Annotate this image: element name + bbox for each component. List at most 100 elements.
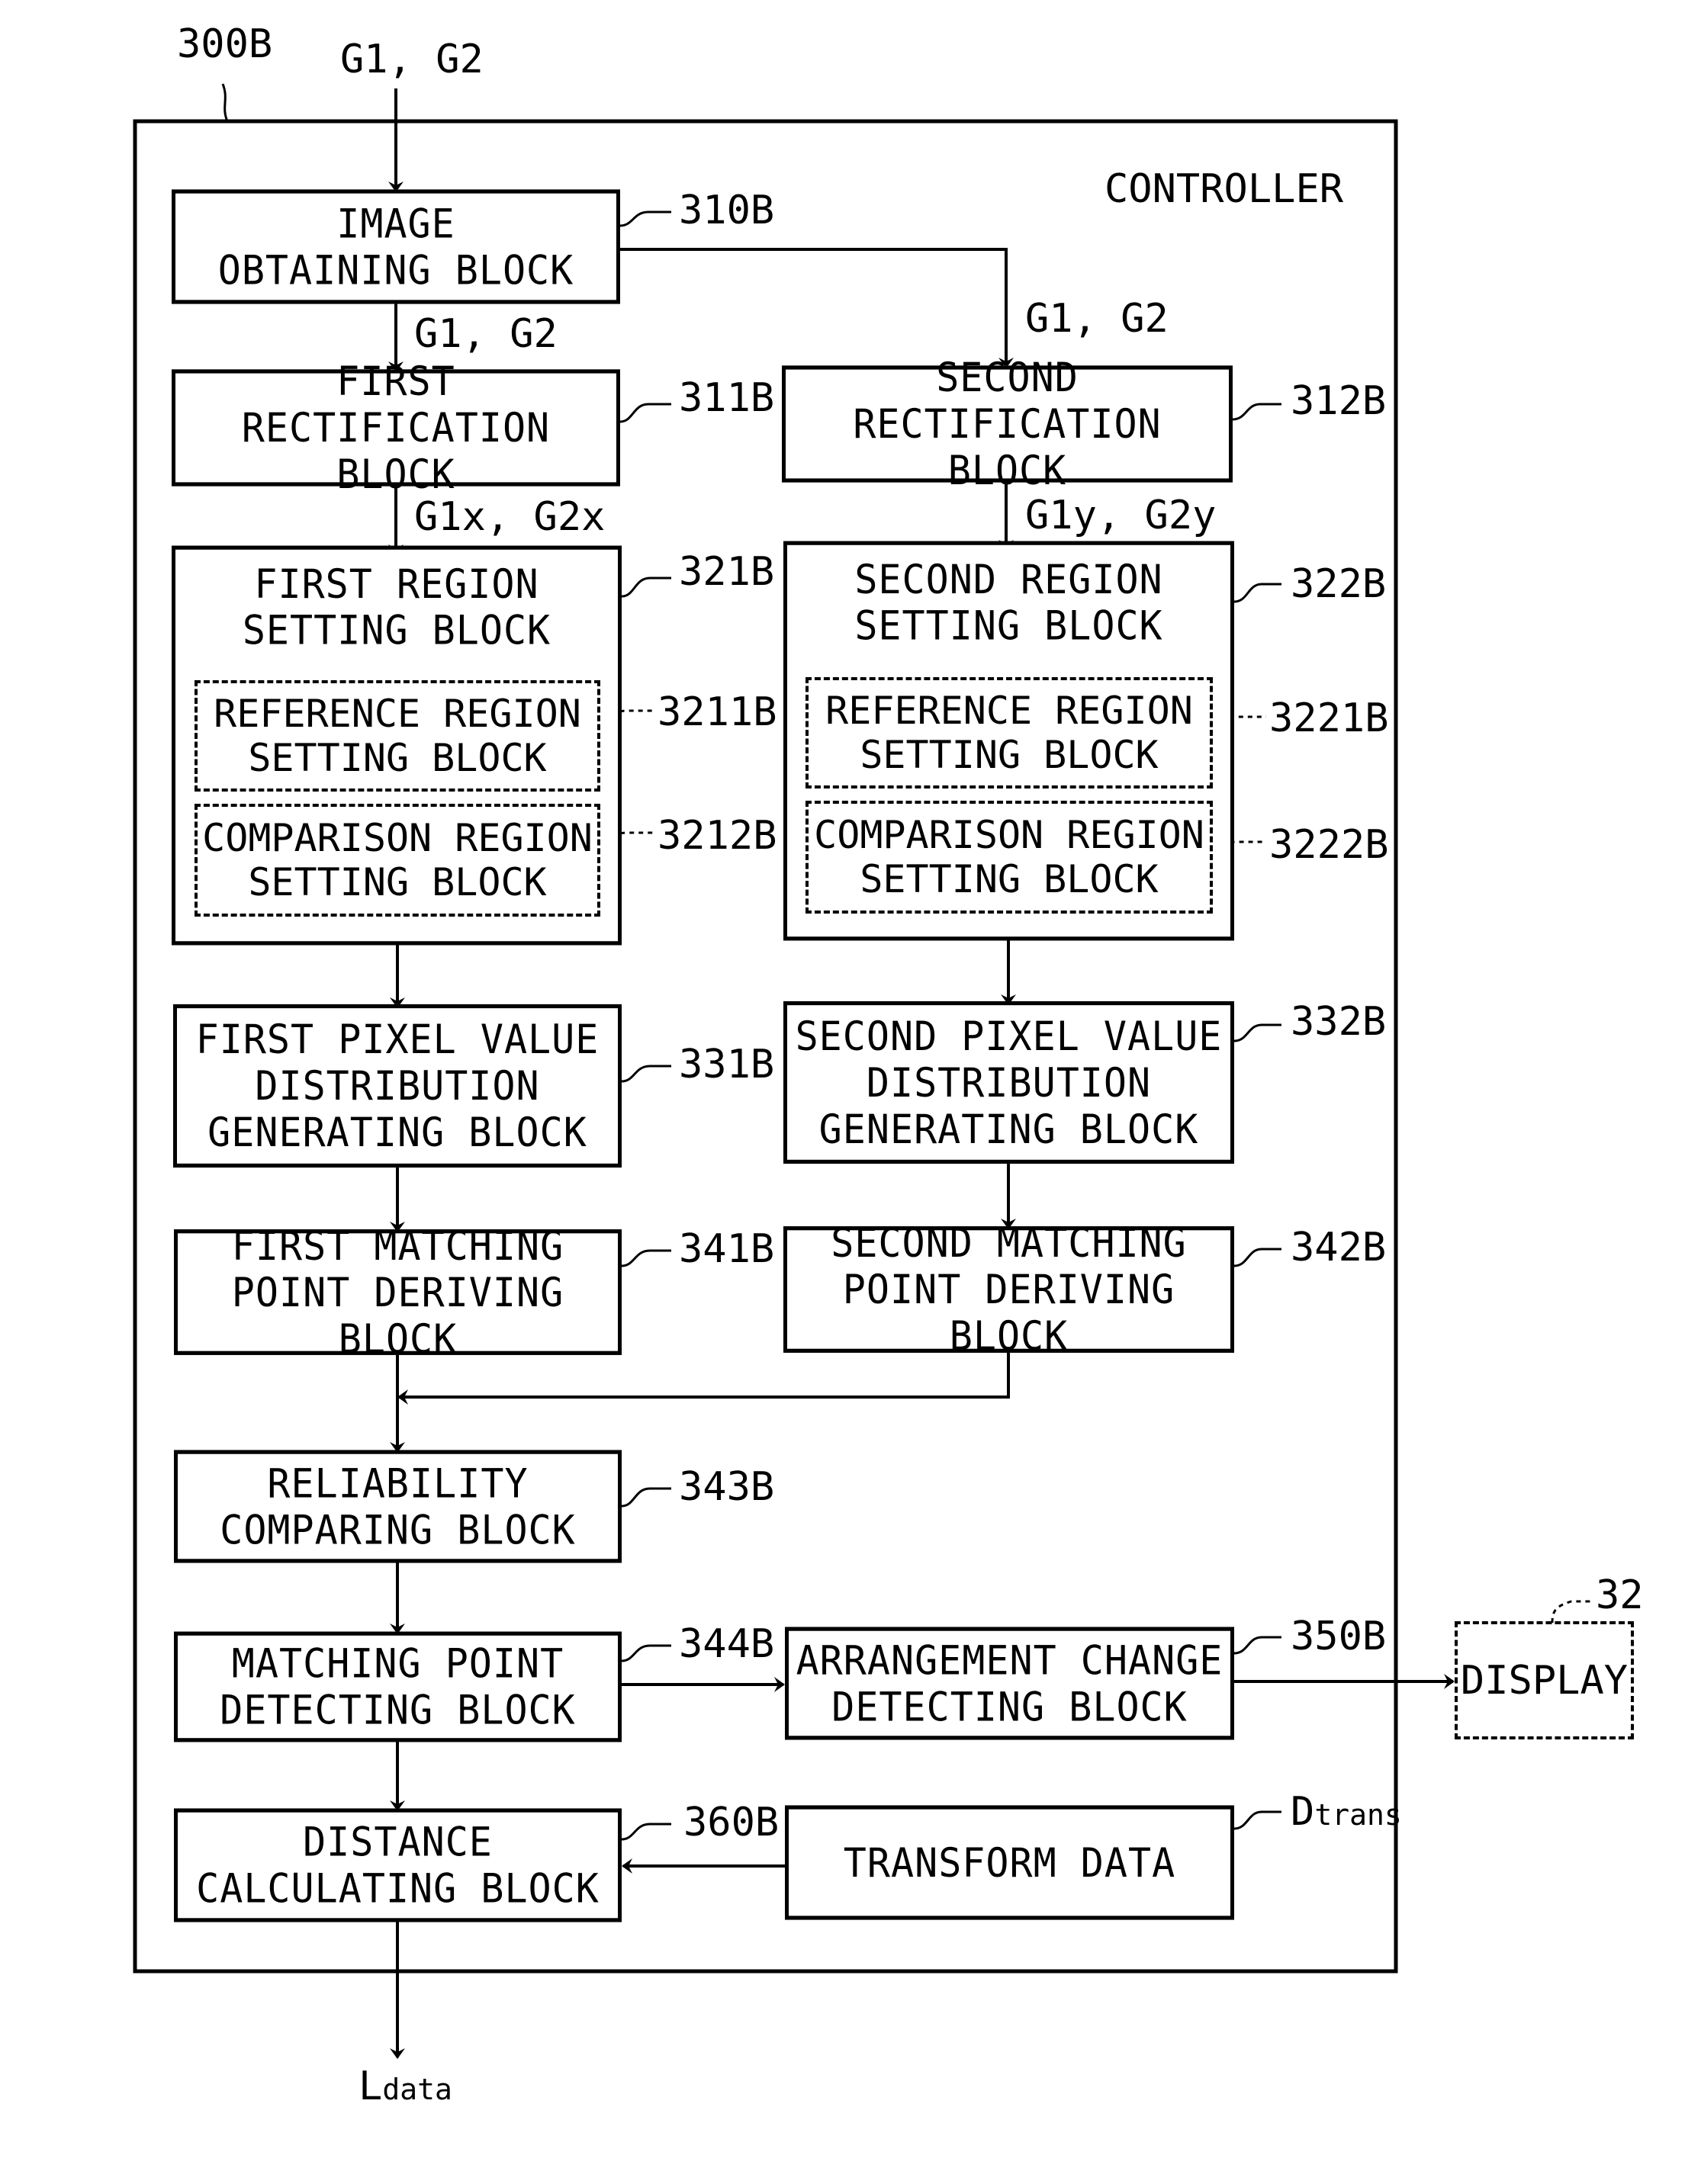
distance-calculating-block: DISTANCE CALCULATING BLOCK	[174, 1808, 622, 1922]
leader-322B	[1233, 583, 1281, 603]
block-line: GENERATING BLOCK	[818, 1105, 1199, 1152]
block-line: POINT DERIVING BLOCK	[231, 1269, 564, 1362]
ref-dtrans-sub: trans	[1314, 1798, 1402, 1832]
block-line: COMPARISON REGION	[814, 813, 1204, 857]
block-line: RECTIFICATION BLOCK	[241, 404, 551, 498]
first-matching-point-deriving-block: FIRST MATCHING POINT DERIVING BLOCK	[174, 1222, 622, 1362]
leader-32	[1551, 1600, 1594, 1624]
leader-342B	[1233, 1248, 1281, 1267]
block-line: DISTRIBUTION	[866, 1059, 1152, 1106]
arrow-310-312	[620, 248, 1014, 368]
reliability-comparing-block: RELIABILITY COMPARING BLOCK	[174, 1450, 622, 1563]
ref-312B: 312B	[1291, 378, 1387, 424]
block-line: SETTING BLOCK	[248, 736, 547, 780]
controller-title: CONTROLLER	[1105, 166, 1344, 212]
leader-311B	[619, 403, 671, 423]
first-reference-region-setting-block: REFERENCE REGION SETTING BLOCK	[195, 680, 600, 792]
edge-label-from-first-rect: G1x, G2x	[414, 494, 606, 540]
block-line: RELIABILITY	[267, 1460, 529, 1507]
leader-344B	[621, 1644, 671, 1662]
ref-3212B: 3212B	[658, 813, 777, 859]
output-sub: data	[382, 2073, 452, 2106]
ref-3211B: 3211B	[658, 689, 777, 735]
ref-341B: 341B	[679, 1226, 775, 1272]
ref-310B: 310B	[679, 188, 775, 233]
image-obtaining-block: IMAGE OBTAINING BLOCK	[172, 189, 620, 304]
ref-331B: 331B	[679, 1042, 775, 1087]
block-line: SECOND	[936, 354, 1079, 401]
leader-332B	[1233, 1023, 1281, 1042]
block-line: OBTAINING BLOCK	[217, 246, 574, 294]
leader-321B	[621, 577, 671, 598]
block-line: CALCULATING BLOCK	[196, 1865, 600, 1912]
block-line: DISTANCE	[303, 1819, 493, 1865]
second-matching-point-deriving-block: SECOND MATCHING POINT DERIVING BLOCK	[783, 1220, 1234, 1359]
block-line: DETECTING BLOCK	[220, 1687, 576, 1733]
block-line: IMAGE	[336, 200, 455, 247]
ref-32: 32	[1596, 1572, 1644, 1618]
edge-label-to-first-rect: G1, G2	[414, 311, 558, 357]
display-block: DISPLAY	[1455, 1621, 1634, 1739]
matching-point-detecting-block: MATCHING POINT DETECTING BLOCK	[174, 1631, 622, 1742]
second-comparison-region-setting-block: COMPARISON REGION SETTING BLOCK	[805, 801, 1213, 914]
block-line: REFERENCE REGION	[214, 692, 581, 736]
second-reference-region-setting-block: REFERENCE REGION SETTING BLOCK	[805, 677, 1213, 788]
ref-321B: 321B	[679, 549, 775, 595]
second-pixel-value-distribution-block: SECOND PIXEL VALUE DISTRIBUTION GENERATI…	[783, 1000, 1234, 1164]
ref-344B: 344B	[679, 1621, 775, 1667]
ref-311B: 311B	[679, 375, 775, 421]
block-line: FIRST	[336, 358, 455, 405]
ref-350B: 350B	[1291, 1614, 1387, 1659]
transform-data-block: TRANSFORM DATA	[785, 1805, 1234, 1920]
block-line: GENERATING BLOCK	[207, 1109, 587, 1156]
block-line: DISTRIBUTION	[255, 1062, 540, 1110]
leader-312B	[1232, 403, 1281, 421]
block-line: RECTIFICATION BLOCK	[853, 400, 1162, 494]
block-line: SECOND PIXEL VALUE	[795, 1013, 1223, 1060]
leader-300B	[221, 83, 229, 122]
block-line: SECOND REGION	[854, 556, 1163, 603]
block-line: SECOND MATCHING	[831, 1219, 1187, 1267]
first-comparison-region-setting-block: COMPARISON REGION SETTING BLOCK	[195, 804, 600, 917]
second-rectification-block: SECOND RECTIFICATION BLOCK	[782, 355, 1233, 493]
ref-dtrans: Dtrans	[1291, 1791, 1402, 1836]
block-line: SETTING BLOCK	[860, 733, 1159, 777]
block-line: SETTING BLOCK	[854, 602, 1163, 650]
ref-343B: 343B	[679, 1464, 775, 1510]
arrangement-change-detecting-block: ARRANGEMENT CHANGE DETECTING BLOCK	[785, 1627, 1234, 1740]
output-signal-label: Ldata	[359, 2065, 452, 2111]
leader-341B	[621, 1249, 671, 1267]
output-main: L	[359, 2064, 383, 2109]
leader-310B	[619, 210, 671, 227]
leader-331B	[621, 1065, 671, 1083]
ref-3221B: 3221B	[1269, 695, 1389, 741]
block-line: SETTING BLOCK	[248, 860, 547, 904]
block-line: FIRST REGION	[254, 560, 539, 608]
block-line: ARRANGEMENT CHANGE	[796, 1636, 1223, 1684]
first-pixel-value-distribution-block: FIRST PIXEL VALUE DISTRIBUTION GENERATIN…	[173, 1004, 622, 1168]
figure-ref: 300B	[177, 21, 273, 67]
block-line: TRANSFORM DATA	[843, 1839, 1176, 1886]
ref-3222B: 3222B	[1269, 822, 1389, 868]
ref-360B: 360B	[683, 1800, 780, 1845]
leader-360B	[621, 1823, 671, 1841]
block-line: COMPARISON REGION	[202, 816, 593, 860]
block-line: DETECTING BLOCK	[831, 1683, 1188, 1730]
block-line: COMPARING BLOCK	[220, 1506, 576, 1553]
block-line: REFERENCE REGION	[825, 689, 1193, 733]
edge-label-from-second-rect: G1y, G2y	[1025, 493, 1217, 538]
ref-322B: 322B	[1291, 561, 1387, 607]
block-line: FIRST MATCHING	[231, 1222, 564, 1270]
leader-dtrans	[1233, 1810, 1281, 1830]
edge-label-to-second-rect: G1, G2	[1025, 296, 1169, 342]
block-line: FIRST PIXEL VALUE	[195, 1016, 600, 1063]
input-signal-label: G1, G2	[340, 37, 484, 82]
ref-342B: 342B	[1291, 1225, 1387, 1270]
block-line: SETTING BLOCK	[242, 607, 551, 654]
ref-dtrans-main: D	[1291, 1789, 1315, 1835]
block-line: POINT DERIVING BLOCK	[842, 1266, 1175, 1360]
block-line: MATCHING POINT	[231, 1640, 564, 1687]
leader-343B	[621, 1487, 671, 1508]
ref-332B: 332B	[1291, 999, 1387, 1045]
leader-350B	[1233, 1636, 1281, 1655]
